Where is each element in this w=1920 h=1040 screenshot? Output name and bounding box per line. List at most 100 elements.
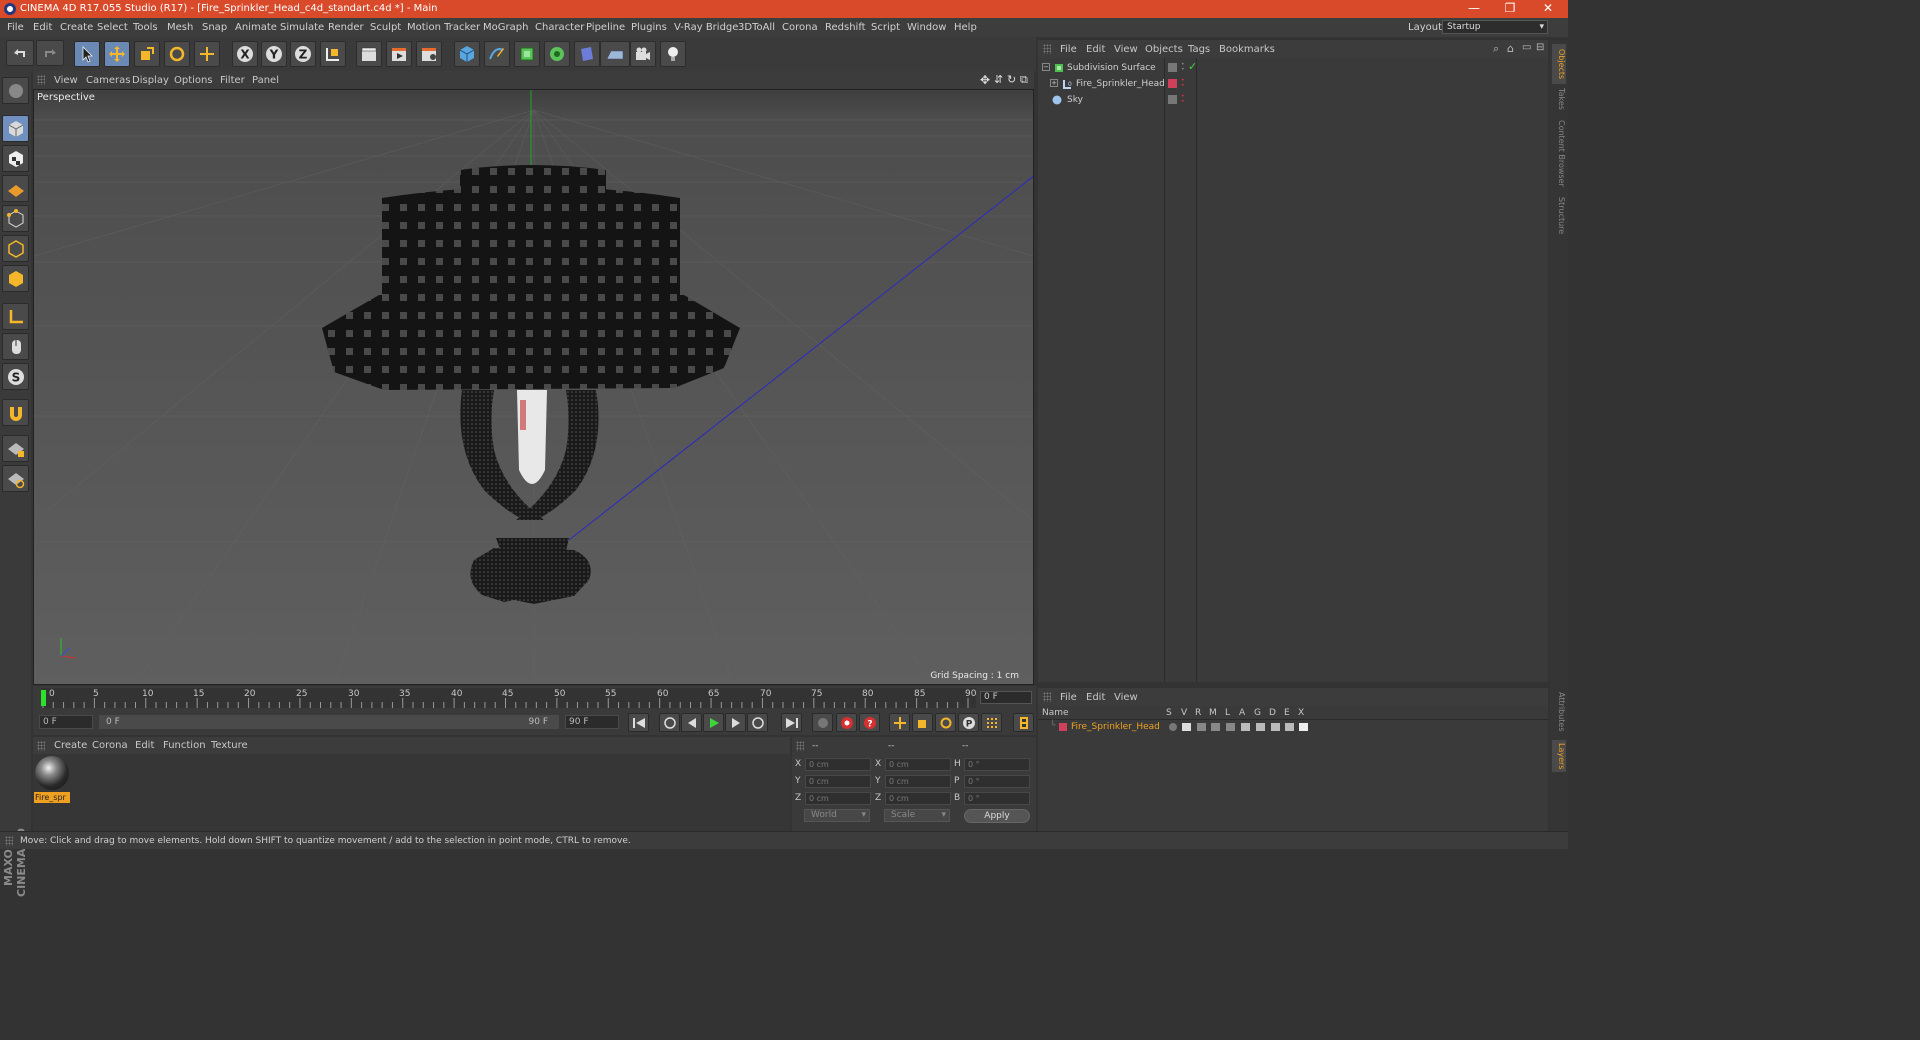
menu-corona[interactable]: Corona [782,22,818,33]
tab-structure[interactable]: Structure [1552,194,1566,238]
menu-3dtoall[interactable]: 3DToAll [738,22,775,33]
object-row-sky[interactable]: Sky • • [1038,92,1548,108]
position-y-field[interactable]: 0 cm [805,775,871,788]
workplane-mode-button[interactable] [2,175,29,202]
live-selection-tool[interactable] [74,41,100,67]
viewport-menu-filter[interactable]: Filter [220,75,245,86]
layer-menu-file[interactable]: File [1060,692,1077,703]
size-x-field[interactable]: 0 cm [885,758,951,771]
recent-tool[interactable] [194,41,220,67]
menu-redshift[interactable]: Redshift [825,22,866,33]
menu-plugins[interactable]: Plugins [631,22,667,33]
layer-animation-icon[interactable] [1241,723,1250,731]
add-camera-button[interactable] [630,41,656,67]
viewport-menu-view[interactable]: View [54,75,78,86]
layer-column-xref[interactable]: X [1298,708,1304,718]
layer-menu-edit[interactable]: Edit [1086,692,1105,703]
key-point-level-toggle[interactable] [981,713,1002,732]
material-manager-area[interactable]: Fire_spr [33,754,790,831]
render-view-button[interactable] [356,41,382,67]
layer-column-generators[interactable]: G [1254,708,1261,718]
layer-column-manager[interactable]: M [1209,708,1217,718]
object-menu-view[interactable]: View [1114,44,1138,55]
expand-toggle-icon[interactable]: + [1050,79,1058,87]
enabled-check-icon[interactable]: ✓ [1188,60,1197,73]
coordinate-system-toggle[interactable] [320,41,346,67]
panel-grip-icon[interactable] [37,75,45,85]
collapse-toggle-icon[interactable]: − [1042,63,1050,71]
current-frame-field[interactable]: 0 F [980,691,1032,704]
planar-workplane-button[interactable] [2,465,29,492]
menu-character[interactable]: Character [535,22,584,33]
add-light-button[interactable] [660,41,686,67]
minimize-button[interactable]: — [1456,0,1492,18]
go-to-start-button[interactable] [628,713,649,732]
x-axis-lock[interactable]: X [232,41,258,67]
object-menu-tags[interactable]: Tags [1188,44,1210,55]
layout-select[interactable]: Startup ▾ [1442,20,1548,34]
menu-tools[interactable]: Tools [133,22,158,33]
viewport-dolly-icon[interactable]: ⇵ [994,73,1003,86]
apply-button[interactable]: Apply [964,809,1030,823]
panel-grip-icon[interactable] [796,741,804,751]
menu-simulate[interactable]: Simulate [280,22,324,33]
timeline-ruler[interactable]: 0 5 10 15 20 25 30 35 40 45 50 55 60 65 … [33,686,1036,710]
scale-tool[interactable] [134,41,160,67]
playhead[interactable] [41,690,46,706]
search-icon[interactable]: ⌕ [1493,42,1499,56]
add-scene-button[interactable] [600,41,630,67]
viewport-menu-cameras[interactable]: Cameras [86,75,130,86]
layer-visible-eye-icon[interactable] [1182,723,1191,731]
previous-frame-button[interactable] [681,713,702,732]
redo-button[interactable] [36,40,64,66]
viewport-pan-icon[interactable]: ✥ [980,73,990,87]
render-to-picture-viewer-button[interactable] [386,41,412,67]
filter-icon[interactable]: ▭ [1522,42,1531,53]
menu-file[interactable]: File [7,22,24,33]
render-settings-button[interactable] [416,41,442,67]
viewport-maximize-icon[interactable]: ⧉ [1020,73,1028,87]
layer-deformer-icon[interactable] [1271,723,1280,731]
locked-workplane-button[interactable] [2,435,29,462]
menu-pipeline[interactable]: Pipeline [586,22,625,33]
add-cube-button[interactable] [454,41,480,67]
material-swatch[interactable]: Fire_spr [33,754,73,806]
layer-column-expressions[interactable]: E [1284,708,1290,718]
rotation-p-field[interactable]: 0 ° [964,775,1030,788]
menu-script[interactable]: Script [871,22,900,33]
move-tool[interactable] [104,41,130,67]
viewport-orbit-icon[interactable]: ↻ [1007,73,1016,86]
material-menu-create[interactable]: Create [54,740,87,751]
layer-manager-icon[interactable] [1211,723,1220,731]
tab-objects[interactable]: Objects [1552,44,1566,84]
key-scale-toggle[interactable] [912,713,933,732]
layer-color-swatch[interactable] [1059,723,1067,731]
restore-button[interactable]: ❐ [1492,0,1528,18]
make-editable-button[interactable] [2,77,29,104]
tab-takes[interactable]: Takes [1552,86,1566,112]
home-icon[interactable]: ⌂ [1507,42,1514,55]
menu-vray-bridge[interactable]: V-Ray Bridge [674,22,738,33]
model-mode-button[interactable] [2,115,29,142]
menu-render[interactable]: Render [328,22,364,33]
undo-button[interactable] [6,40,34,66]
expand-panel-icon[interactable]: ⊟ [1536,42,1544,53]
layer-color-swatch[interactable] [1168,79,1177,88]
tab-attributes[interactable]: Attributes [1552,688,1566,736]
object-menu-file[interactable]: File [1060,44,1077,55]
menu-animate[interactable]: Animate [235,22,277,33]
menu-mograph[interactable]: MoGraph [483,22,528,33]
object-menu-bookmarks[interactable]: Bookmarks [1219,44,1275,55]
next-key-button[interactable] [747,713,768,732]
menu-window[interactable]: Window [907,22,946,33]
size-z-field[interactable]: 0 cm [885,792,951,805]
material-menu-corona[interactable]: Corona [92,740,128,751]
menu-sculpt[interactable]: Sculpt [370,22,401,33]
layer-column-deformers[interactable]: D [1269,708,1276,718]
previous-key-button[interactable] [659,713,680,732]
layer-generator-icon[interactable] [1256,723,1265,731]
layer-tag-icon[interactable] [1168,95,1177,104]
snap-toggle-button[interactable]: S [2,363,29,390]
close-button[interactable]: ✕ [1530,0,1566,18]
add-generator-button[interactable] [514,41,540,67]
